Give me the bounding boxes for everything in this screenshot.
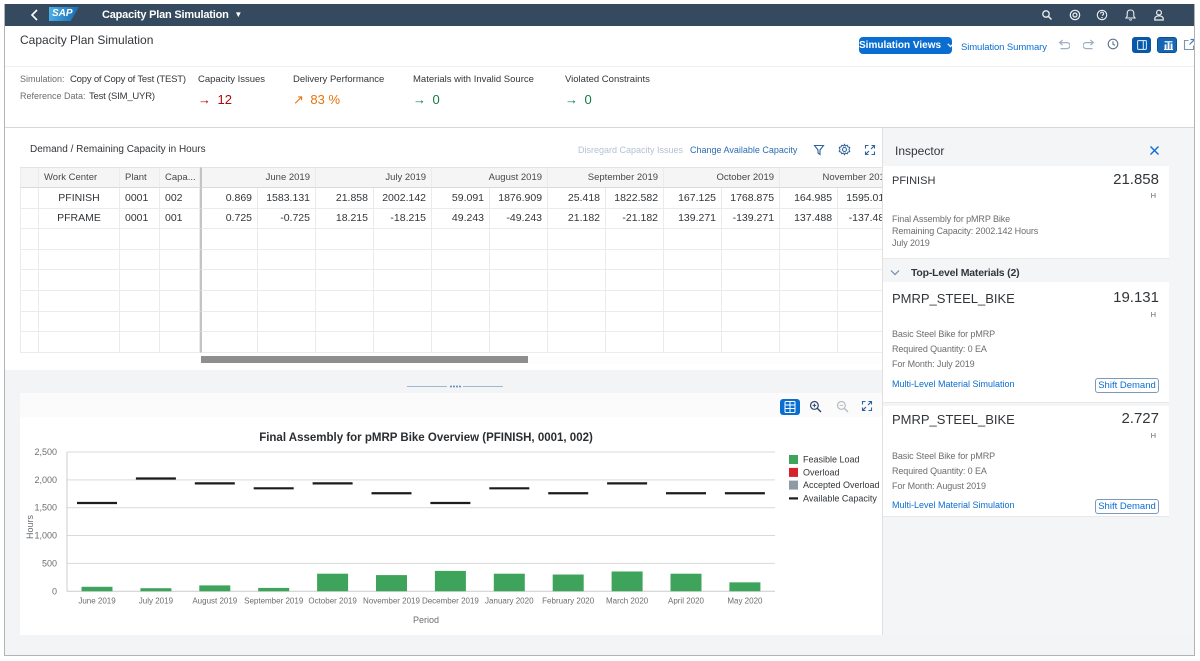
svg-text:Hours: Hours — [25, 515, 35, 540]
svg-text:January 2020: January 2020 — [485, 597, 534, 606]
svg-text:1,500: 1,500 — [34, 503, 57, 513]
svg-text:Period: Period — [413, 615, 439, 625]
svg-text:Available Capacity: Available Capacity — [803, 493, 877, 503]
svg-text:2,000: 2,000 — [34, 475, 57, 485]
svg-text:May 2020: May 2020 — [727, 597, 763, 606]
svg-text:Accepted Overload: Accepted Overload — [803, 480, 880, 490]
svg-text:July 2019: July 2019 — [139, 597, 174, 606]
svg-text:1,000: 1,000 — [34, 531, 57, 541]
svg-text:September 2019: September 2019 — [244, 597, 304, 606]
svg-text:February 2020: February 2020 — [542, 597, 595, 606]
svg-text:April 2020: April 2020 — [668, 597, 705, 606]
svg-text:October 2019: October 2019 — [308, 597, 357, 606]
svg-text:November 2019: November 2019 — [363, 597, 420, 606]
svg-text:March 2020: March 2020 — [606, 597, 649, 606]
svg-text:Overload: Overload — [803, 467, 840, 477]
svg-text:0: 0 — [52, 586, 57, 596]
svg-text:June 2019: June 2019 — [78, 597, 116, 606]
svg-text:500: 500 — [42, 558, 57, 568]
svg-text:Feasible Load: Feasible Load — [803, 455, 860, 465]
svg-text:August 2019: August 2019 — [192, 597, 237, 606]
svg-text:2,500: 2,500 — [34, 447, 57, 457]
svg-text:Final Assembly for pMRP Bike O: Final Assembly for pMRP Bike Overview (P… — [259, 432, 593, 444]
svg-text:December 2019: December 2019 — [422, 597, 479, 606]
